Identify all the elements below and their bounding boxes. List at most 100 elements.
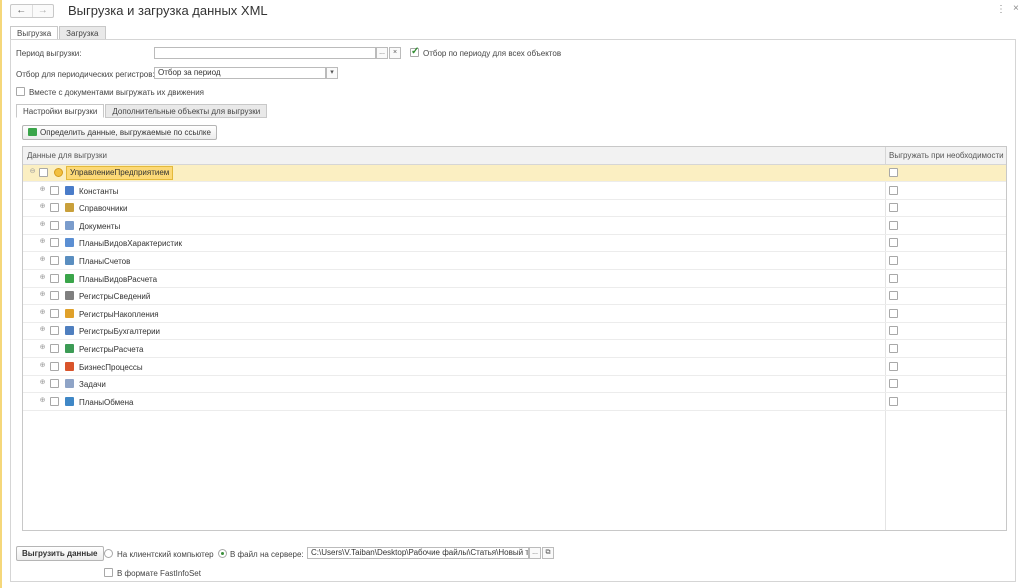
row-checkbox[interactable] xyxy=(50,344,59,353)
export-if-needed-checkbox[interactable] xyxy=(889,379,898,389)
catalogs-icon xyxy=(65,203,74,213)
expand-icon[interactable]: ⊕ xyxy=(39,379,46,387)
row-checkbox[interactable] xyxy=(50,361,59,371)
accumulation-registers-icon xyxy=(65,308,74,318)
expand-icon[interactable]: ⊕ xyxy=(39,397,46,405)
expand-icon[interactable]: ⊕ xyxy=(39,186,46,194)
expand-icon[interactable]: ⊕ xyxy=(39,362,46,370)
periodic-registers-label: Отбор для периодических регистров: xyxy=(16,70,155,79)
tab-export[interactable]: Выгрузка xyxy=(10,26,59,40)
export-if-needed-checkbox[interactable] xyxy=(889,203,898,213)
row-label: ПланыВидовХарактеристик xyxy=(79,239,183,249)
row-label: Задачи xyxy=(79,380,106,390)
server-file-radio[interactable] xyxy=(218,549,227,558)
expand-icon[interactable]: ⊕ xyxy=(39,274,46,282)
export-if-needed-checkbox[interactable] xyxy=(889,291,898,301)
constants-icon xyxy=(65,185,74,195)
table-row[interactable]: ⊕ РегистрыСведений xyxy=(23,288,1006,306)
nav-buttons: ← → xyxy=(10,4,54,18)
table-row[interactable]: ⊕ РегистрыНакопления xyxy=(23,306,1006,323)
row-checkbox[interactable] xyxy=(50,379,59,389)
table-row[interactable]: ⊕ РегистрыБухгалтерии xyxy=(23,323,1006,341)
more-icon[interactable]: ⋮ xyxy=(996,4,1006,15)
forward-arrow-icon[interactable]: → xyxy=(31,5,54,17)
table-row[interactable]: ⊕ ПланыВидовРасчета xyxy=(23,271,1006,288)
row-label: РегистрыРасчета xyxy=(79,345,144,354)
expand-icon[interactable]: ⊕ xyxy=(39,221,46,229)
period-select-button[interactable]: ... xyxy=(376,47,388,59)
export-data-button[interactable]: Выгрузить данные xyxy=(16,546,104,561)
with-movements-checkbox[interactable] xyxy=(16,87,25,96)
row-checkbox[interactable] xyxy=(50,396,59,406)
filter-all-checkbox[interactable] xyxy=(410,46,419,57)
table-row[interactable]: ⊕ Задачи xyxy=(23,376,1006,394)
client-computer-radio[interactable] xyxy=(104,549,113,558)
row-checkbox[interactable] xyxy=(50,238,59,248)
row-label: Документы xyxy=(79,221,121,231)
table-row[interactable]: ⊕ ПланыВидовХарактеристик xyxy=(23,235,1006,253)
expand-icon[interactable]: ⊕ xyxy=(39,203,46,211)
export-if-needed-checkbox[interactable] xyxy=(889,361,898,371)
documents-icon xyxy=(65,220,74,230)
close-icon[interactable]: × xyxy=(1013,3,1019,14)
expand-icon[interactable]: ⊕ xyxy=(39,238,46,246)
row-checkbox[interactable] xyxy=(50,220,59,230)
expand-icon[interactable]: ⊕ xyxy=(39,344,46,352)
window-accent-bar xyxy=(0,22,2,588)
expand-icon[interactable]: ⊕ xyxy=(39,326,46,334)
table-row[interactable]: ⊕ Константы xyxy=(23,183,1006,200)
row-checkbox[interactable] xyxy=(50,273,59,283)
table-row-root[interactable]: ⊖ УправлениеПредприятием xyxy=(23,165,1006,182)
row-checkbox[interactable] xyxy=(50,203,59,213)
tab-import[interactable]: Загрузка xyxy=(59,26,106,40)
define-by-reference-button[interactable]: Определить данные, выгружаемые по ссылке xyxy=(22,125,217,140)
export-if-needed-checkbox[interactable] xyxy=(889,344,898,353)
export-if-needed-checkbox[interactable] xyxy=(889,396,898,406)
table-row[interactable]: ⊕ БизнесПроцессы xyxy=(23,359,1006,376)
export-if-needed-checkbox[interactable] xyxy=(889,238,898,248)
row-label: РегистрыБухгалтерии xyxy=(79,327,161,337)
period-field[interactable] xyxy=(154,47,376,59)
row-checkbox[interactable] xyxy=(50,291,59,301)
server-path-field[interactable]: C:\Users\V.Taiban\Desktop\Рабочие файлы\… xyxy=(307,547,529,559)
chevron-down-icon[interactable]: ▾ xyxy=(326,67,338,79)
row-checkbox[interactable] xyxy=(50,185,59,195)
periodic-registers-field[interactable]: Отбор за период xyxy=(154,67,326,79)
period-clear-icon[interactable]: × xyxy=(389,47,401,59)
row-checkbox[interactable] xyxy=(39,168,48,177)
export-if-needed-checkbox[interactable] xyxy=(889,256,898,265)
accounting-registers-icon xyxy=(65,326,74,336)
tab-additional-objects[interactable]: Дополнительные объекты для выгрузки xyxy=(105,104,268,118)
calculation-types-icon xyxy=(65,273,74,283)
export-if-needed-checkbox[interactable] xyxy=(889,308,898,318)
expand-icon[interactable]: ⊕ xyxy=(39,256,46,264)
export-if-needed-checkbox[interactable] xyxy=(889,168,898,177)
information-registers-icon xyxy=(65,291,74,301)
table-row[interactable]: ⊕ ПланыОбмена xyxy=(23,394,1006,411)
export-if-needed-checkbox[interactable] xyxy=(889,185,898,195)
export-if-needed-checkbox[interactable] xyxy=(889,220,898,230)
export-if-needed-checkbox[interactable] xyxy=(889,326,898,336)
table-row[interactable]: ⊕ РегистрыРасчета xyxy=(23,341,1006,358)
exchange-plans-icon xyxy=(65,396,74,406)
row-checkbox[interactable] xyxy=(50,308,59,318)
chart-of-accounts-icon xyxy=(65,256,74,265)
title-bar: ← → Выгрузка и загрузка данных XML ⋮ × xyxy=(0,0,1024,22)
row-label: РегистрыСведений xyxy=(79,292,151,302)
collapse-icon[interactable]: ⊖ xyxy=(29,168,36,176)
fastinfoset-checkbox[interactable] xyxy=(104,568,113,577)
fastinfoset-label: В формате FastInfoSet xyxy=(117,569,201,578)
table-row[interactable]: ⊕ Справочники xyxy=(23,200,1006,218)
back-arrow-icon[interactable]: ← xyxy=(11,5,32,17)
expand-icon[interactable]: ⊕ xyxy=(39,309,46,317)
table-row[interactable]: ⊕ ПланыСчетов xyxy=(23,253,1006,270)
expand-icon[interactable]: ⊕ xyxy=(39,291,46,299)
tab-export-settings[interactable]: Настройки выгрузки xyxy=(16,104,105,118)
path-select-button[interactable]: ... xyxy=(529,547,541,559)
table-row[interactable]: ⊕ Документы xyxy=(23,218,1006,235)
row-checkbox[interactable] xyxy=(50,256,59,265)
open-file-icon[interactable]: ⧉ xyxy=(542,547,554,559)
row-checkbox[interactable] xyxy=(50,326,59,336)
export-if-needed-checkbox[interactable] xyxy=(889,273,898,283)
refresh-data-icon xyxy=(28,128,37,136)
